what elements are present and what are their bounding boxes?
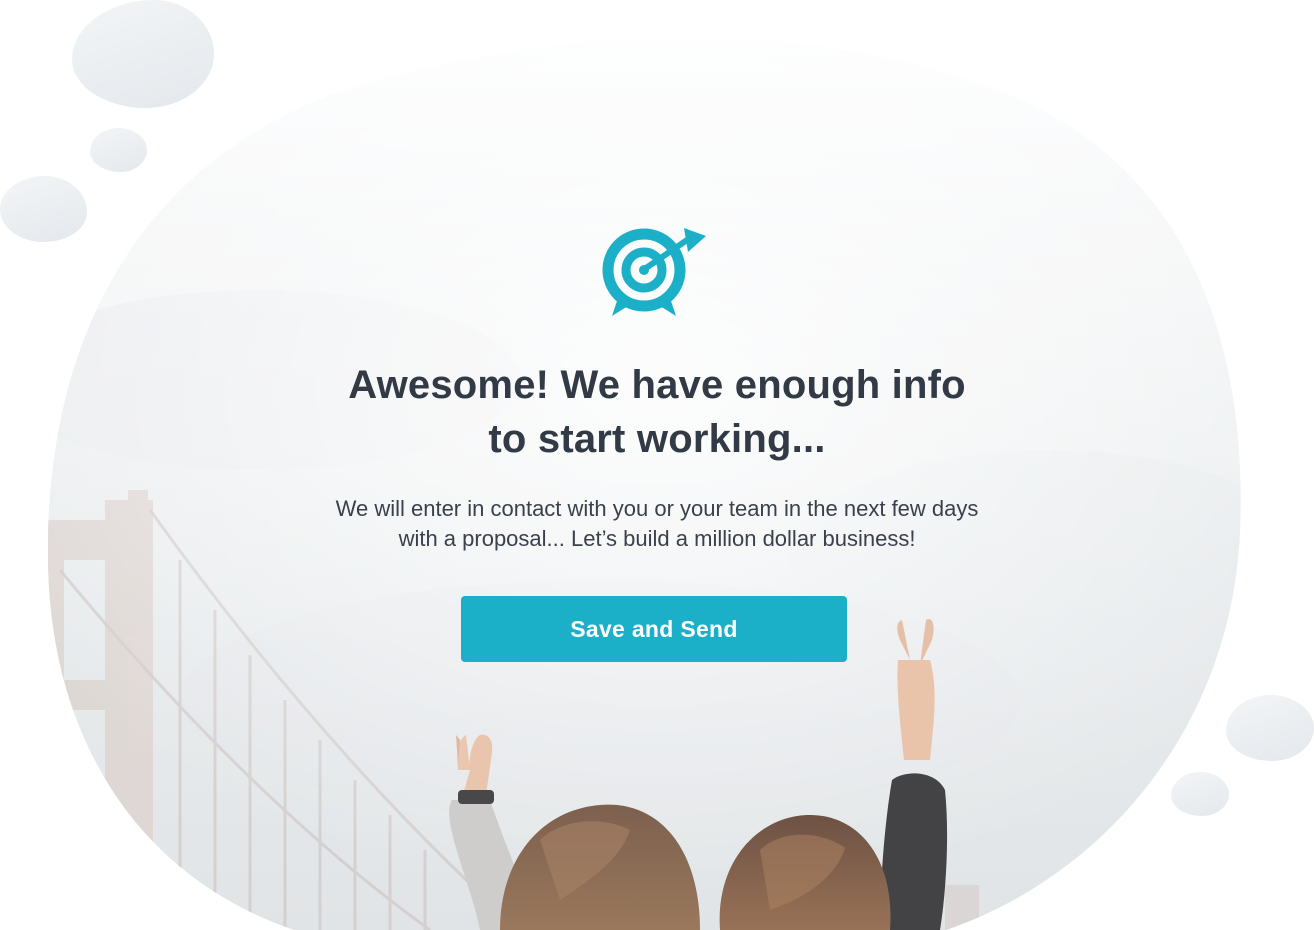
message-line: with a proposal... Let’s build a million… (398, 526, 916, 551)
headline-line: Awesome! We have enough info (348, 363, 966, 407)
confirmation-screen: Awesome! We have enough info to start wo… (0, 0, 1314, 930)
confirmation-headline: Awesome! We have enough info to start wo… (257, 358, 1057, 466)
headline-line: to start working... (488, 417, 826, 461)
message-line: We will enter in contact with you or you… (335, 496, 979, 521)
confirmation-message: We will enter in contact with you or you… (207, 494, 1107, 554)
target-arrow-icon (602, 228, 706, 316)
confirmation-content: Awesome! We have enough info to start wo… (0, 0, 1314, 930)
save-and-send-button[interactable]: Save and Send (461, 596, 847, 662)
